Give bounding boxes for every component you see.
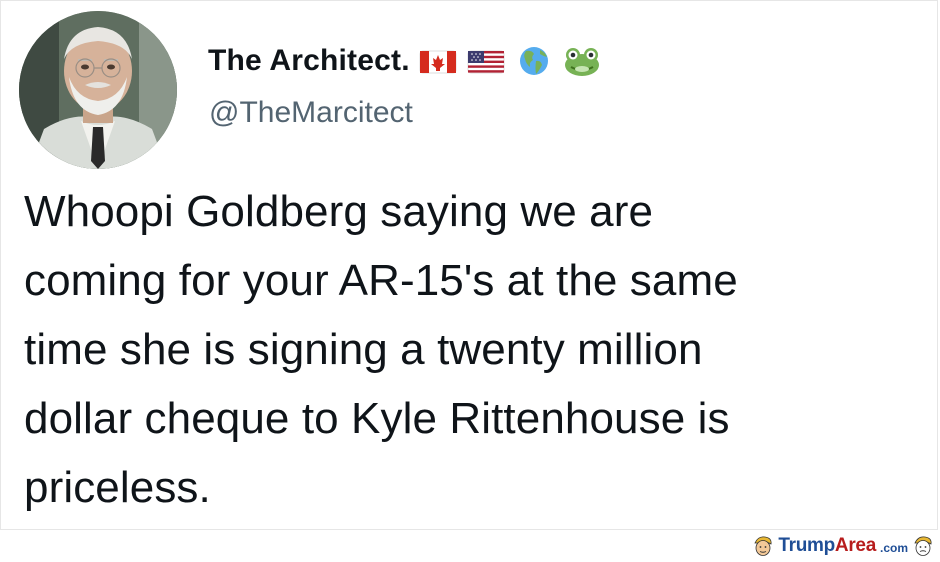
author-handle[interactable]: @TheMarcitect bbox=[209, 96, 413, 130]
avatar-photo bbox=[19, 11, 177, 169]
watermark: TrumpArea .com bbox=[752, 534, 934, 558]
canada-flag-icon bbox=[418, 45, 458, 77]
watermark-tld: .com bbox=[879, 541, 908, 555]
globe-americas-icon bbox=[514, 45, 554, 77]
author-display-name[interactable]: The Architect. bbox=[208, 44, 410, 78]
watermark-brand-area: Area bbox=[834, 535, 876, 556]
author-name-row: The Architect. bbox=[208, 41, 602, 81]
trump-face-icon bbox=[912, 535, 934, 557]
trump-face-icon bbox=[752, 535, 774, 557]
watermark-brand-trump: Trump bbox=[778, 535, 835, 556]
tweet-text: Whoopi Goldberg saying we are coming for… bbox=[24, 187, 738, 512]
tweet-card: The Architect. @TheMarcitect Whoopi Gold… bbox=[0, 0, 938, 530]
avatar[interactable] bbox=[19, 11, 177, 169]
usa-flag-icon bbox=[466, 45, 506, 77]
watermark-brand: TrumpArea bbox=[778, 535, 876, 557]
frog-icon bbox=[562, 45, 602, 77]
